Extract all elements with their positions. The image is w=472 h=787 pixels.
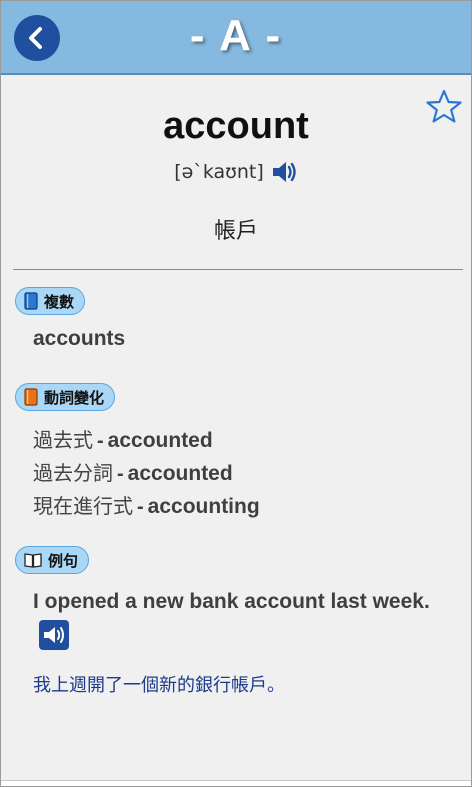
pronunciation-row: [ə`kaʊnt]: [1, 158, 471, 186]
blue-book-icon: [24, 292, 38, 310]
conjugation-badge: 動詞變化: [15, 383, 116, 411]
word-detail-screen: - A - account [ə`kaʊnt] 帳戶 複數 accounts 動…: [0, 0, 472, 787]
example-badge: 例句: [15, 546, 90, 574]
word-meaning: 帳戶: [213, 219, 258, 244]
example-speaker-icon[interactable]: [39, 620, 69, 651]
conjugation-item-past: 過去式 - accounted: [33, 428, 213, 452]
page-title: - A -: [189, 11, 283, 60]
plural-value: accounts: [33, 327, 126, 350]
open-book-icon: [24, 552, 42, 568]
plural-badge: 複數: [15, 287, 86, 315]
conjugation-item-present-progressive: 現在進行式 - accounting: [33, 494, 260, 518]
conjugation-label: 動詞變化: [44, 388, 105, 407]
section-divider: [13, 269, 463, 270]
example-sentence-block: I opened a new bank account last week.: [33, 585, 443, 651]
conjugation-item-past-participle: 過去分詞 - accounted: [33, 461, 233, 485]
headword: account: [163, 105, 309, 147]
speaker-icon[interactable]: [270, 158, 298, 186]
header-bar: - A -: [1, 1, 471, 75]
plural-label: 複數: [44, 292, 75, 311]
example-translation: 我上週開了一個新的銀行帳戶。: [33, 675, 285, 696]
example-sentence: I opened a new bank account last week.: [33, 590, 430, 613]
orange-book-icon: [24, 388, 38, 406]
example-label: 例句: [48, 551, 79, 570]
phonetic-transcription: [ə`kaʊnt]: [174, 161, 264, 183]
bottom-edge: [1, 780, 471, 786]
